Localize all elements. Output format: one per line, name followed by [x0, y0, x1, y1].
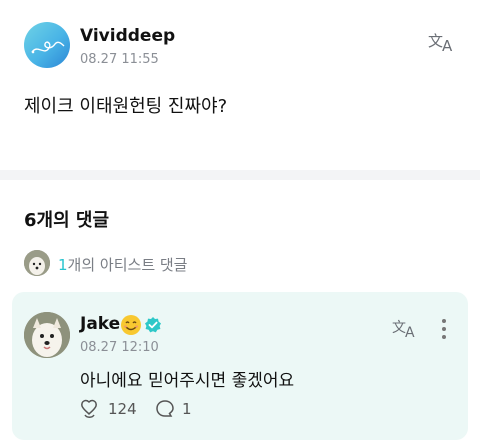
reply-icon[interactable] [154, 398, 176, 420]
artist-comments-label: 1개의 아티스트 댓글 [58, 254, 187, 275]
author-name[interactable]: Vividdeep [80, 26, 175, 46]
like-icon[interactable] [78, 398, 100, 420]
comment-time: 08.27 12:10 [80, 340, 159, 355]
author-avatar[interactable] [24, 22, 70, 68]
artist-avatar [24, 250, 50, 276]
commenter-name[interactable]: Jake [80, 314, 120, 334]
commenter-avatar[interactable] [24, 312, 70, 358]
post-time: 08.27 11:55 [80, 52, 159, 67]
translate-icon[interactable]: 文 A [428, 28, 458, 55]
verified-badge-icon [144, 316, 162, 334]
comment-text: 아니에요 믿어주시면 좋겠어요 [80, 371, 295, 391]
artist-count: 1 [58, 256, 68, 274]
comment-card: Jake 08.27 12:10 文 A 아니에요 믿어주시면 좋겠어요 124… [12, 292, 468, 440]
svg-text:文: 文 [392, 320, 406, 336]
like-count: 124 [108, 400, 137, 418]
comments-title: 6개의 댓글 [24, 210, 110, 231]
smile-emoji-icon [120, 314, 142, 336]
artist-label: 개의 아티스트 댓글 [67, 256, 188, 274]
comment-translate-icon[interactable]: 文 A [392, 316, 420, 341]
svg-text:A: A [442, 37, 453, 54]
post-header: Vividdeep 08.27 11:55 文 A [24, 22, 464, 72]
reply-count: 1 [182, 400, 192, 418]
post-body: 제이크 이태원헌팅 진짜야? [24, 96, 228, 117]
svg-text:A: A [405, 325, 415, 340]
svg-text:文: 文 [428, 32, 443, 50]
comment-actions: 124 1 [78, 398, 278, 420]
section-divider [0, 170, 480, 180]
more-icon[interactable] [440, 318, 448, 340]
artist-comments-filter[interactable]: 1개의 아티스트 댓글 [24, 250, 324, 276]
